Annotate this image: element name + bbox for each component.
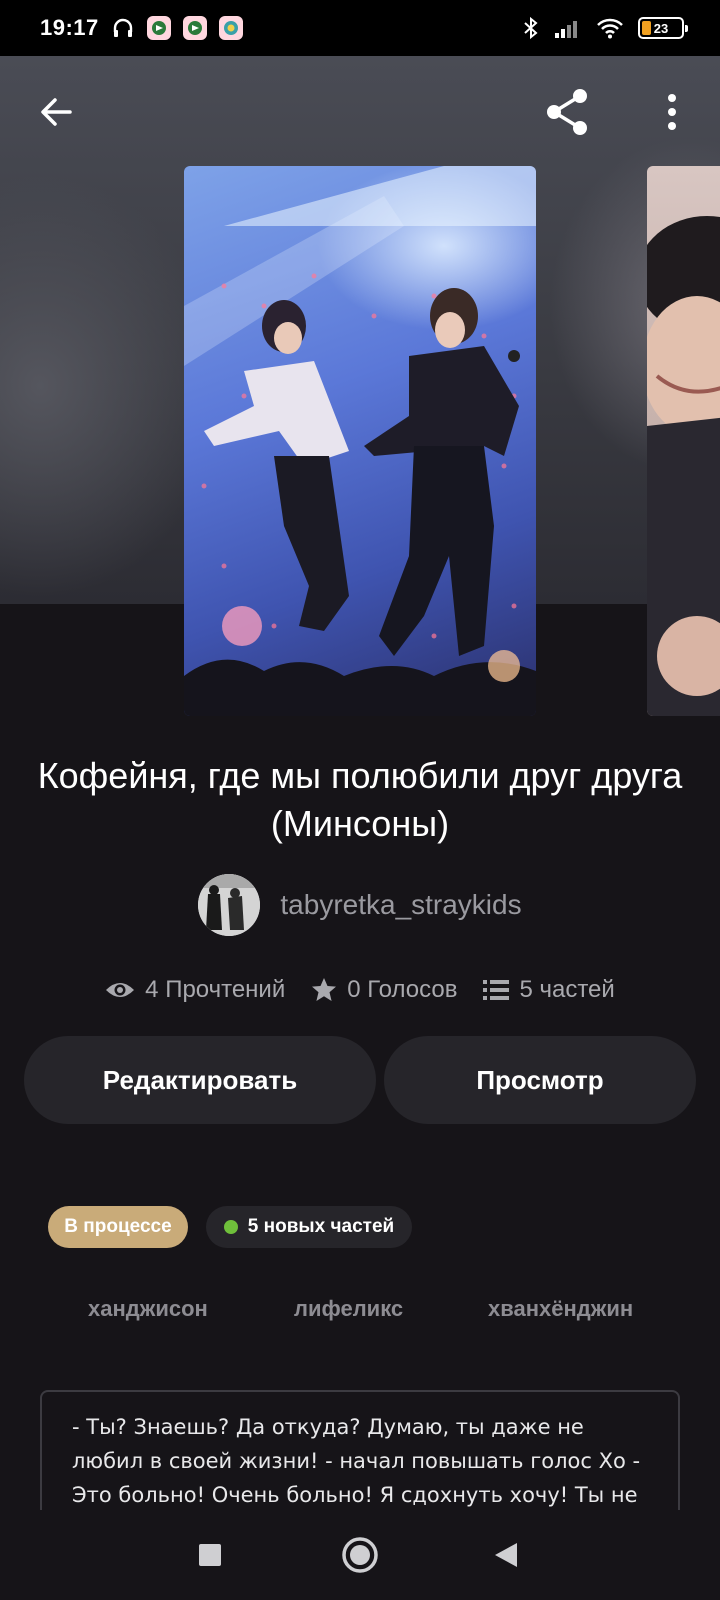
list-icon: [483, 980, 510, 1000]
story-title: Кофейня, где мы полюбили друг друга (Мин…: [37, 755, 683, 844]
status-time: 19:17: [40, 15, 99, 40]
parts-count: 5 частей: [519, 976, 615, 1003]
edit-button[interactable]: Редактировать: [24, 1036, 376, 1124]
votes-stat: 0 Голосов: [311, 976, 457, 1004]
story-details-screen: 19:17 23 Кофейня, где мы полюбили друг д…: [0, 0, 720, 1600]
more-options-button[interactable]: [644, 84, 700, 140]
cover-illustration: [184, 166, 536, 716]
avatar: [198, 874, 261, 936]
top-toolbar: [0, 56, 720, 168]
more-vertical-icon: [668, 94, 676, 130]
wifi-icon: [596, 17, 624, 39]
story-stats: 4 Прочтений 0 Голосов 5 частей: [0, 972, 720, 1008]
tag-list: ханджисон лифеликс хванхёнджин: [0, 1296, 720, 1336]
square-icon: [199, 1544, 221, 1566]
battery-level: 23: [653, 20, 669, 36]
tag-item[interactable]: лифеликс: [294, 1296, 403, 1322]
battery-icon: 23: [638, 17, 688, 39]
recent-apps-button[interactable]: [185, 1530, 235, 1580]
reads-count: 4 Прочтений: [145, 976, 286, 1003]
share-button[interactable]: [540, 84, 596, 140]
home-button[interactable]: [335, 1530, 385, 1580]
share-icon: [547, 89, 587, 135]
votes-count: 0 Голосов: [347, 976, 458, 1003]
story-description[interactable]: - Ты? Знаешь? Да откуда? Думаю, ты даже …: [40, 1390, 680, 1510]
arrow-left-icon: [41, 98, 72, 126]
view-button[interactable]: Просмотр: [384, 1036, 696, 1124]
tag-item[interactable]: хванхёнджин: [488, 1296, 633, 1322]
story-cover-image[interactable]: [184, 166, 536, 716]
circle-icon: [342, 1537, 378, 1573]
reads-stat: 4 Прочтений: [105, 976, 285, 1004]
app-notification-icon: [146, 16, 171, 40]
status-bar: 19:17 23: [0, 0, 720, 56]
app-notification-icon: [182, 16, 207, 40]
new-indicator-dot: [223, 1220, 238, 1234]
status-badge: В процессе: [48, 1206, 188, 1248]
parts-stat: 5 частей: [483, 976, 615, 1004]
triangle-back-icon: [495, 1543, 517, 1567]
eye-icon: [106, 983, 135, 997]
author-link[interactable]: tabyretka_straykids: [0, 874, 720, 936]
system-navigation-bar: [0, 1510, 720, 1600]
back-button[interactable]: [28, 84, 84, 140]
author-name: tabyretka_straykids: [280, 889, 522, 920]
new-parts-label: 5 новых частей: [247, 1216, 395, 1237]
signal-icon: [554, 17, 582, 39]
system-back-button[interactable]: [481, 1530, 531, 1580]
star-icon: [312, 978, 337, 1001]
next-story-cover-image[interactable]: [647, 166, 720, 716]
cover-illustration: [647, 216, 720, 716]
new-parts-badge: 5 новых частей: [206, 1206, 412, 1248]
app-notification-icon: [218, 16, 243, 40]
tag-item[interactable]: ханджисон: [88, 1296, 208, 1322]
bluetooth-icon: [522, 16, 540, 40]
headphones-icon: [111, 16, 135, 40]
